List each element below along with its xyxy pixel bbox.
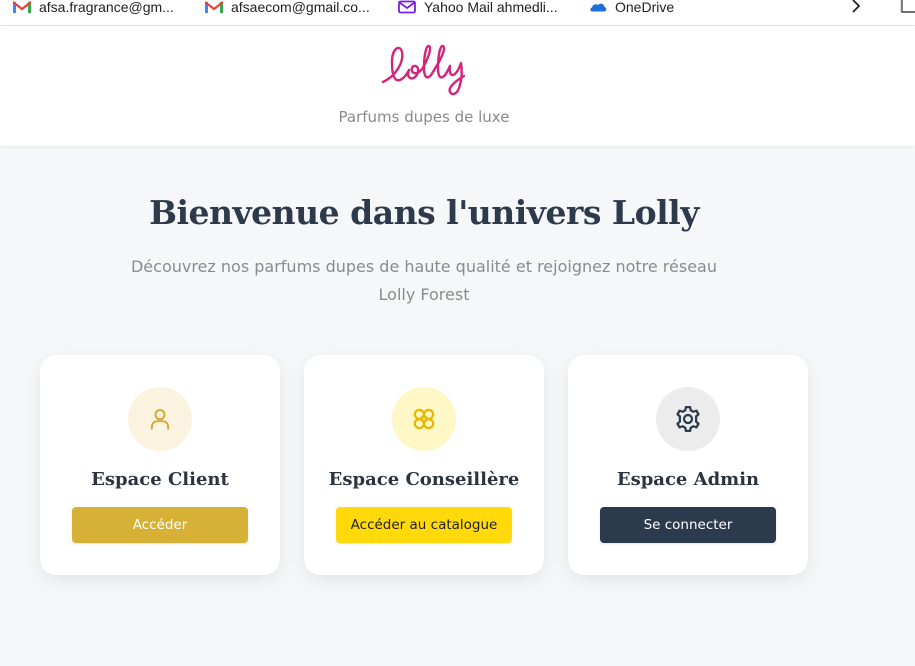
chevron-right-icon[interactable]	[848, 0, 864, 16]
bookmarks-bar: afsa.fragrance@gm... afsaecom@gmail.co..…	[0, 0, 915, 26]
site-header: Parfums dupes de luxe	[0, 26, 915, 146]
card-espace-client: Espace Client Accéder	[40, 355, 280, 575]
page-title: Bienvenue dans l'univers Lolly	[149, 193, 699, 232]
bookmark-label: afsa.fragrance@gm...	[39, 0, 174, 15]
acceder-button[interactable]: Accéder	[72, 507, 248, 543]
icon-circle	[392, 387, 456, 451]
se-connecter-button[interactable]: Se connecter	[600, 507, 776, 543]
flower-icon	[413, 408, 435, 430]
onedrive-icon	[590, 3, 607, 12]
card-title: Espace Admin	[616, 469, 760, 490]
icon-circle	[656, 387, 720, 451]
hero-subtitle-line: Lolly Forest	[378, 285, 470, 304]
bookmark-gmail-afsaecom[interactable]: afsaecom@gmail.co...	[205, 0, 370, 15]
gmail-icon	[13, 1, 31, 13]
tagline: Parfums dupes de luxe	[338, 108, 510, 126]
gear-icon	[676, 406, 700, 432]
bookmark-onedrive[interactable]: OneDrive	[589, 0, 675, 15]
folder-icon[interactable]	[900, 0, 915, 16]
acceder-catalogue-button[interactable]: Accéder au catalogue	[336, 507, 512, 543]
bookmark-gmail-afsa-fragrance[interactable]: afsa.fragrance@gm...	[13, 0, 174, 15]
card-title: Espace Client	[91, 469, 229, 490]
gmail-icon	[205, 1, 223, 13]
card-espace-conseillere: Espace Conseillère Accéder au catalogue	[304, 355, 544, 575]
yahoo-mail-icon	[398, 0, 416, 14]
lolly-logo[interactable]	[378, 38, 470, 98]
card-title: Espace Conseillère	[328, 469, 520, 490]
bookmark-label: Yahoo Mail ahmedli...	[424, 0, 558, 15]
user-icon	[150, 409, 170, 430]
icon-circle	[128, 387, 192, 451]
card-espace-admin: Espace Admin Se connecter	[568, 355, 808, 575]
bookmark-label: OneDrive	[615, 0, 675, 15]
bookmark-label: afsaecom@gmail.co...	[231, 0, 370, 15]
hero-subtitle-line: Découvrez nos parfums dupes de haute qua…	[130, 257, 717, 276]
bookmark-yahoo-mail[interactable]: Yahoo Mail ahmedli...	[398, 0, 558, 15]
hero-subtitle: Découvrez nos parfums dupes de haute qua…	[85, 253, 763, 309]
